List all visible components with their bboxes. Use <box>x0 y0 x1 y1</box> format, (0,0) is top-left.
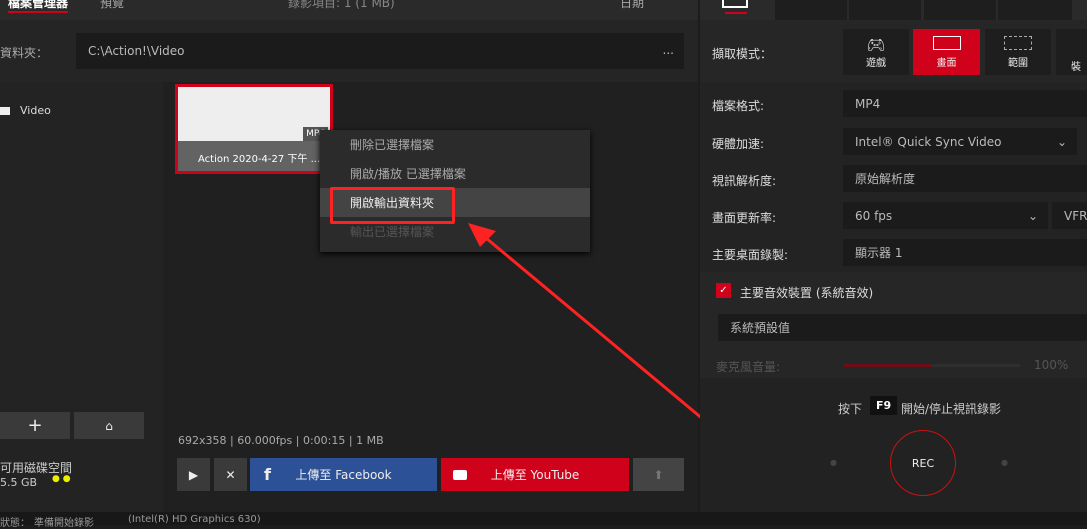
audio-device-label: 主要音效裝置 (系統音效) <box>740 286 874 300</box>
file-format-select[interactable]: MP4 <box>843 90 1087 117</box>
framerate-label: 畫面更新率: <box>712 211 777 225</box>
record-button[interactable]: REC <box>890 430 956 496</box>
folder-icon <box>0 106 10 115</box>
folder-up-icon: ⌂ <box>105 418 113 433</box>
gpu-info: (Intel(R) HD Graphics 630) <box>128 514 261 525</box>
menu-open-play-selected[interactable]: 開啟/播放 已選擇檔案 <box>320 159 590 188</box>
delete-button[interactable]: ✕ <box>214 458 247 491</box>
menu-delete-selected[interactable]: 刪除已選擇檔案 <box>320 130 590 159</box>
mode-tabs <box>700 0 1087 20</box>
disk-space-value: 5.5 GB <box>0 476 38 489</box>
mode-label: 範圍 <box>1008 57 1028 69</box>
disk-indicator-icon: ● ● <box>52 474 71 484</box>
folder-bar: 資料夾： C:\Action!\Video ... <box>0 20 698 82</box>
mic-volume-label: 麥克風音量: <box>716 360 781 374</box>
play-button[interactable]: ▶ <box>177 458 210 491</box>
upload-button[interactable]: ⬆ <box>633 458 684 491</box>
thumbnail-title: Action 2020-4-27 下午 ... <box>198 154 321 165</box>
folder-path-field[interactable]: C:\Action!\Video ... <box>76 33 684 69</box>
hotkey-badge: F9 <box>870 396 898 415</box>
video-info: 692x358 | 60.000fps | 0:00:15 | 1 MB <box>178 434 384 447</box>
tab-video-icon[interactable] <box>722 0 748 8</box>
tab-file-manager[interactable]: 檔案管理器 <box>8 0 69 13</box>
resolution-label: 視訊解析度: <box>712 174 777 188</box>
mode-label: 遊戲 <box>866 57 886 69</box>
folder-item-video[interactable]: Video <box>0 104 51 117</box>
upload-youtube-button[interactable]: 上傳至 YouTube <box>441 458 629 491</box>
framerate-value: 60 fps <box>855 208 893 223</box>
record-count: 錄影項目: 1 (1 MB) <box>288 0 395 10</box>
display-value: 顯示器 1 <box>855 246 903 260</box>
mic-volume-value: 100% <box>1034 358 1069 372</box>
resolution-value: 原始解析度 <box>855 172 916 186</box>
display-select[interactable]: 顯示器 1 <box>843 239 1087 266</box>
hw-accel-label: 硬體加速: <box>712 137 765 151</box>
record-label: REC <box>911 456 935 470</box>
folder-item-label: Video <box>20 104 51 117</box>
sort-dropdown[interactable]: 日期 <box>620 0 644 11</box>
hw-accel-value: Intel® Quick Sync Video <box>855 134 1002 149</box>
facebook-icon: f <box>264 465 271 484</box>
vfr-value: VFR <box>1064 208 1087 223</box>
open-folder-button[interactable]: ⌂ <box>74 412 144 439</box>
capture-mode-label: 擷取模式： <box>712 47 773 61</box>
mode-screen-button[interactable]: 畫面 <box>913 29 980 75</box>
upload-youtube-label: 上傳至 YouTube <box>490 468 580 482</box>
upload-facebook-button[interactable]: f 上傳至 Facebook <box>250 458 437 491</box>
vfr-select[interactable]: VFR <box>1052 202 1087 229</box>
region-icon <box>1004 35 1032 50</box>
upload-facebook-label: 上傳至 Facebook <box>295 468 392 482</box>
status-bar: 狀態： 準備開始錄影 (Intel(R) HD Graphics 630) <box>0 512 1087 529</box>
tab-screenshot-icon[interactable] <box>924 0 996 20</box>
file-format-label: 檔案格式: <box>712 99 765 113</box>
resolution-select[interactable]: 原始解析度 <box>843 165 1087 192</box>
mode-device-button[interactable]: 裝 <box>1056 29 1087 75</box>
file-format-value: MP4 <box>855 96 881 111</box>
folder-label: 資料夾： <box>0 46 49 60</box>
gamepad-icon: 🎮︎ <box>866 35 886 54</box>
chevron-down-icon: ⌄ <box>1027 208 1038 223</box>
status-label: 狀態： <box>0 518 30 529</box>
mode-game-button[interactable]: 🎮︎ 遊戲 <box>843 29 909 75</box>
hw-accel-select[interactable]: Intel® Quick Sync Video ⌄ <box>843 128 1077 155</box>
tab-audio-icon[interactable] <box>849 0 921 20</box>
chevron-down-icon: ⌄ <box>1056 134 1067 149</box>
settings-panel: 擷取模式： 🎮︎ 遊戲 畫面 範圍 裝 檔案格式: MP4 硬體加速: Intel… <box>700 0 1087 512</box>
folder-path: C:\Action!\Video <box>88 44 185 58</box>
highlight-box <box>330 187 455 224</box>
upload-icon: ⬆ <box>653 467 664 482</box>
mic-volume-slider[interactable] <box>844 364 1020 367</box>
video-thumbnail[interactable]: Action 2020-4-27 下午 ... MP4 <box>175 84 333 174</box>
browse-button[interactable]: ... <box>663 43 674 57</box>
top-bar: 檔案管理器 預覽 錄影項目: 1 (1 MB) 日期 <box>0 0 698 20</box>
hotkey-description: 開始/停止視訊錄影 <box>901 402 1002 416</box>
tab-timer-icon[interactable] <box>998 0 1072 20</box>
audio-device-value: 系統預設值 <box>730 321 791 335</box>
mode-label: 裝 <box>1071 61 1081 73</box>
add-folder-button[interactable]: + <box>0 412 70 439</box>
tab-preview[interactable]: 預覽 <box>100 0 124 11</box>
status-text: 準備開始錄影 <box>34 518 94 529</box>
youtube-icon <box>453 469 467 480</box>
sidebar: Video + ⌂ 可用磁碟空間 5.5 GB ● ● <box>0 82 163 512</box>
mode-label: 畫面 <box>936 57 957 69</box>
desktop-record-label: 主要桌面錄製: <box>712 248 789 262</box>
play-icon: ▶ <box>188 467 199 482</box>
tab-live-icon[interactable] <box>775 0 847 20</box>
hotkey-prefix: 按下 <box>838 402 863 416</box>
close-icon: ✕ <box>225 467 236 482</box>
audio-checkbox[interactable]: ✓ <box>716 283 731 298</box>
mode-region-button[interactable]: 範圍 <box>985 29 1051 75</box>
framerate-select[interactable]: 60 fps ⌄ <box>843 202 1048 229</box>
audio-device-select[interactable]: 系統預設值 <box>718 314 1087 341</box>
screen-icon <box>932 35 961 50</box>
